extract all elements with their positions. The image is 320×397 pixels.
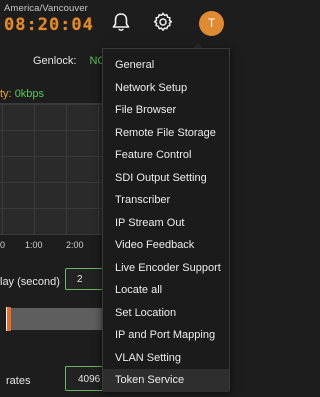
- genlock-label: Genlock:: [33, 55, 77, 67]
- menu-item-video-feedback[interactable]: Video Feedback: [103, 234, 229, 257]
- slider-thumb[interactable]: [6, 307, 11, 331]
- menu-item-live-encoder-support[interactable]: Live Encoder Support: [103, 257, 229, 280]
- graph-tick-label: 0: [0, 240, 6, 250]
- notification-bell-icon[interactable]: [110, 11, 132, 33]
- graph-tick-label: 1:00: [25, 240, 43, 250]
- bitrate-graph: [0, 103, 113, 235]
- bitrate-value: 0kbps: [14, 88, 45, 100]
- menu-item-set-location[interactable]: Set Location: [103, 302, 229, 325]
- menu-item-feature-control[interactable]: Feature Control: [103, 144, 229, 167]
- menu-item-vlan-setting[interactable]: VLAN Setting: [103, 347, 229, 370]
- clock-widget: America/Vancouver 08:20:04: [4, 3, 94, 35]
- timezone-label: America/Vancouver: [4, 3, 88, 14]
- digital-clock: 08:20:04: [4, 15, 94, 35]
- menu-item-general[interactable]: General: [103, 54, 229, 77]
- menu-item-remote-file-storage[interactable]: Remote File Storage: [103, 122, 229, 145]
- menu-item-ip-stream-out[interactable]: IP Stream Out: [103, 212, 229, 235]
- graph-tick-label: 2:00: [66, 240, 84, 250]
- menu-item-file-browser[interactable]: File Browser: [103, 99, 229, 122]
- menu-item-ip-and-port-mapping[interactable]: IP and Port Mapping: [103, 324, 229, 347]
- bitrate-label: ty:: [0, 88, 12, 100]
- menu-item-token-service[interactable]: Token Service: [103, 369, 229, 392]
- menu-item-locate-all[interactable]: Locate all: [103, 279, 229, 302]
- genlock-status: Genlock: NO: [33, 55, 106, 67]
- menu-item-transcriber[interactable]: Transcriber: [103, 189, 229, 212]
- bitrate-status: ty: 0kbps: [0, 88, 44, 100]
- settings-gear-icon[interactable]: [152, 11, 174, 33]
- delay-label: lay (second): [0, 276, 60, 288]
- user-avatar[interactable]: T: [199, 11, 224, 36]
- menu-item-sdi-output-setting[interactable]: SDI Output Setting: [103, 167, 229, 190]
- menu-item-network-setup[interactable]: Network Setup: [103, 77, 229, 100]
- rates-label: rates: [6, 375, 31, 387]
- settings-dropdown-menu: General Network Setup File Browser Remot…: [102, 48, 230, 392]
